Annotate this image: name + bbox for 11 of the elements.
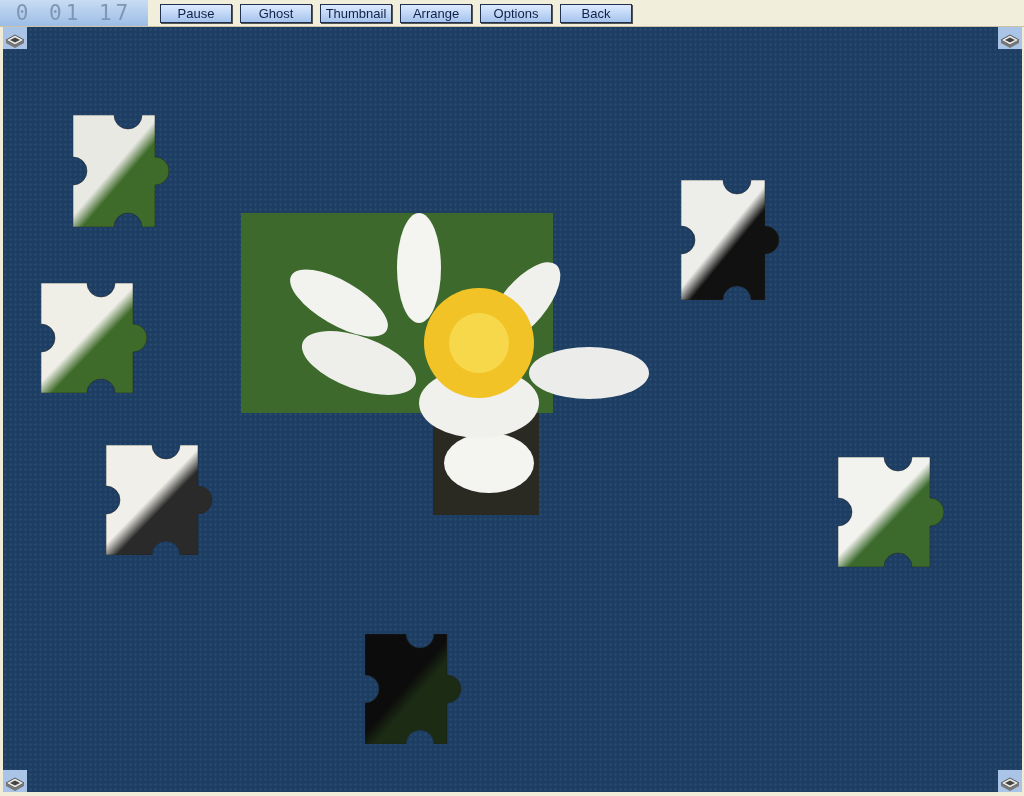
toolbar-button[interactable]: Back [560,3,632,23]
tray-icon[interactable] [3,770,27,792]
toolbar-button[interactable]: Arrange [400,3,472,23]
toolbar-button[interactable]: Thumbnail [320,3,392,23]
toolbar-button[interactable]: Ghost [240,3,312,23]
toolbar-button[interactable]: Pause [160,3,232,23]
tray-icon[interactable] [998,27,1022,49]
timer-display: 0 01 17 [0,0,148,26]
toolbar-button[interactable]: Options [480,3,552,23]
tray-icon[interactable] [998,770,1022,792]
tray-icon[interactable] [3,27,27,49]
